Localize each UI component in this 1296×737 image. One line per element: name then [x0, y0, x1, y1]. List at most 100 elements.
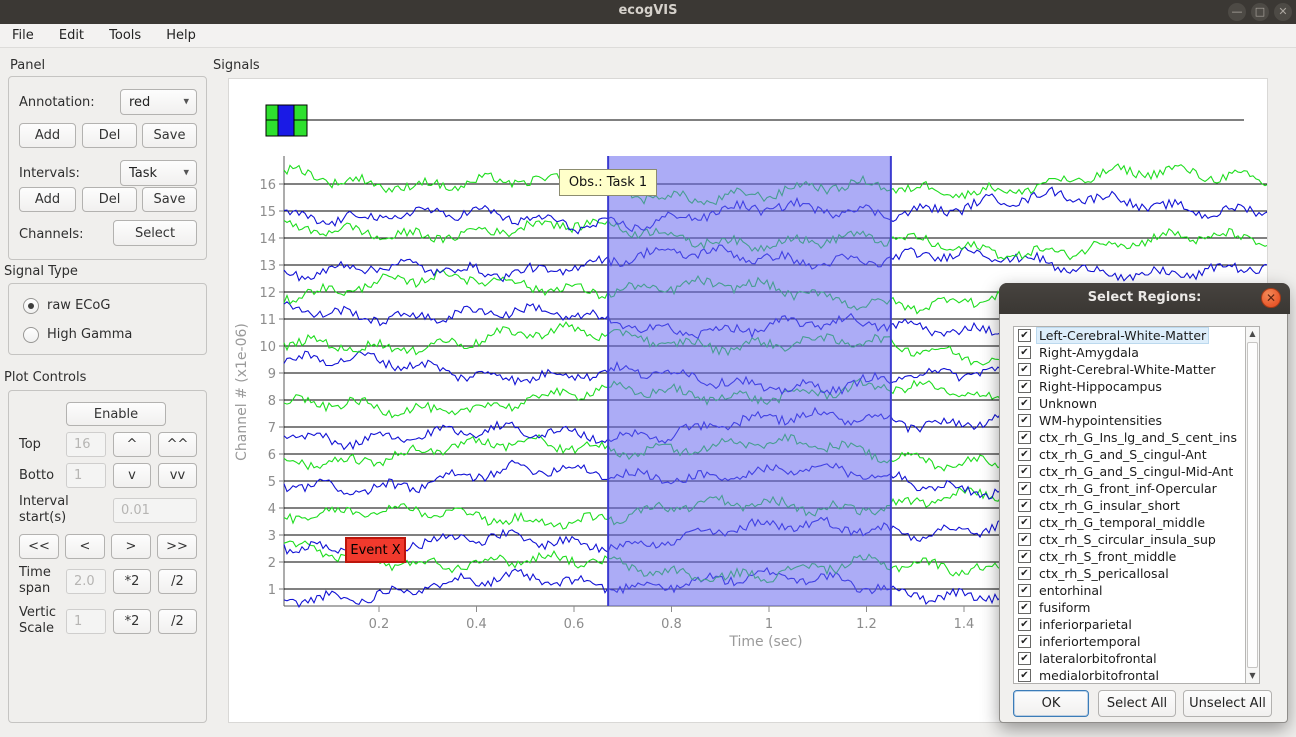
interval-del-button[interactable]: Del — [82, 187, 137, 212]
region-list-item[interactable]: ✔WM-hypointensities — [1014, 412, 1259, 429]
region-list-item[interactable]: ✔ctx_rh_G_insular_short — [1014, 497, 1259, 514]
region-list-item[interactable]: ✔medialorbitofrontal — [1014, 667, 1259, 684]
checkbox-checked-icon[interactable]: ✔ — [1018, 567, 1031, 580]
checkbox-checked-icon[interactable]: ✔ — [1018, 363, 1031, 376]
event-marker-label[interactable]: Event X — [345, 537, 406, 563]
interval-start-label: Interval start(s) — [19, 494, 69, 526]
region-list-item[interactable]: ✔ctx_rh_S_front_middle — [1014, 548, 1259, 565]
region-list-item[interactable]: ✔ctx_rh_G_temporal_middle — [1014, 514, 1259, 531]
checkbox-checked-icon[interactable]: ✔ — [1018, 482, 1031, 495]
checkbox-checked-icon[interactable]: ✔ — [1018, 431, 1031, 444]
close-icon[interactable]: ✕ — [1274, 3, 1292, 21]
region-list-item[interactable]: ✔Right-Amygdala — [1014, 344, 1259, 361]
region-item-label: Left-Cerebral-White-Matter — [1037, 328, 1208, 343]
annotation-label: Annotation: — [19, 95, 95, 111]
region-list-item[interactable]: ✔entorhinal — [1014, 582, 1259, 599]
checkbox-checked-icon[interactable]: ✔ — [1018, 550, 1031, 563]
channels-select-button[interactable]: Select — [113, 220, 197, 246]
bottom-input[interactable]: 1 — [66, 463, 106, 488]
enable-button[interactable]: Enable — [66, 402, 166, 426]
checkbox-checked-icon[interactable]: ✔ — [1018, 414, 1031, 427]
svg-text:0.6: 0.6 — [564, 617, 585, 632]
scroll-down-icon[interactable]: ▼ — [1246, 669, 1259, 683]
radio-raw-ecog[interactable] — [23, 298, 39, 314]
ok-button[interactable]: OK — [1013, 690, 1089, 717]
checkbox-checked-icon[interactable]: ✔ — [1018, 533, 1031, 546]
region-list-item[interactable]: ✔Unknown — [1014, 395, 1259, 412]
region-list-item[interactable]: ✔ctx_rh_S_circular_insula_sup — [1014, 531, 1259, 548]
channel-upup-button[interactable]: ^^ — [158, 432, 197, 457]
checkbox-checked-icon[interactable]: ✔ — [1018, 346, 1031, 359]
nav-fast-back-button[interactable]: << — [19, 534, 59, 559]
vertical-scale-input[interactable]: 1 — [66, 609, 106, 634]
top-input[interactable]: 16 — [66, 432, 106, 457]
unselect-all-button[interactable]: Unselect All — [1183, 690, 1272, 717]
time-span-half-button[interactable]: /2 — [158, 569, 197, 594]
checkbox-checked-icon[interactable]: ✔ — [1018, 499, 1031, 512]
checkbox-checked-icon[interactable]: ✔ — [1018, 618, 1031, 631]
vertical-scale-double-button[interactable]: *2 — [113, 609, 151, 634]
region-list-item[interactable]: ✔fusiform — [1014, 599, 1259, 616]
channel-downdown-button[interactable]: vv — [158, 463, 197, 488]
maximize-icon[interactable]: □ — [1251, 3, 1269, 21]
regions-scrollbar[interactable]: ▲ ▼ — [1245, 327, 1259, 683]
svg-text:0.8: 0.8 — [661, 617, 682, 632]
channel-down-button[interactable]: v — [113, 463, 151, 488]
minimize-icon[interactable]: — — [1228, 3, 1246, 21]
region-list-item[interactable]: ✔lateralorbitofrontal — [1014, 650, 1259, 667]
region-list-item[interactable]: ✔ctx_rh_G_Ins_lg_and_S_cent_ins — [1014, 429, 1259, 446]
checkbox-checked-icon[interactable]: ✔ — [1018, 635, 1031, 648]
region-list-item[interactable]: ✔inferiortemporal — [1014, 633, 1259, 650]
menu-help[interactable]: Help — [156, 25, 206, 46]
checkbox-checked-icon[interactable]: ✔ — [1018, 380, 1031, 393]
dialog-title-bar[interactable]: Select Regions: ✕ — [999, 283, 1290, 314]
annotation-del-button[interactable]: Del — [82, 123, 137, 148]
regions-list[interactable]: ✔ Left-Cerebral-White-Matter✔Right-Amygda… — [1013, 326, 1260, 684]
nav-fast-forward-button[interactable]: >> — [157, 534, 197, 559]
intervals-combobox[interactable]: Task ▾ — [120, 160, 197, 186]
select-all-button[interactable]: Select All — [1098, 690, 1176, 717]
checkbox-checked-icon[interactable]: ✔ — [1018, 516, 1031, 529]
interval-add-button[interactable]: Add — [19, 187, 76, 212]
menu-tools[interactable]: Tools — [99, 25, 151, 46]
interval-start-input[interactable]: 0.01 — [113, 498, 197, 523]
scroll-up-icon[interactable]: ▲ — [1246, 327, 1259, 341]
time-span-input[interactable]: 2.0 — [66, 569, 106, 594]
region-list-item[interactable]: ✔Right-Hippocampus — [1014, 378, 1259, 395]
checkbox-checked-icon[interactable]: ✔ — [1018, 465, 1031, 478]
region-list-item[interactable]: ✔inferiorparietal — [1014, 616, 1259, 633]
svg-text:4: 4 — [268, 502, 276, 517]
signal-type-groupbox: raw ECoG High Gamma — [8, 283, 207, 355]
channel-up-button[interactable]: ^ — [113, 432, 151, 457]
checkbox-checked-icon[interactable]: ✔ — [1018, 652, 1031, 665]
checkbox-checked-icon[interactable]: ✔ — [1018, 584, 1031, 597]
chevron-down-icon: ▾ — [183, 94, 189, 107]
scrollbar-thumb[interactable] — [1247, 342, 1258, 668]
time-span-double-button[interactable]: *2 — [113, 569, 151, 594]
menu-file[interactable]: File — [2, 25, 44, 46]
checkbox-checked-icon[interactable]: ✔ — [1018, 448, 1031, 461]
nav-back-button[interactable]: < — [65, 534, 105, 559]
region-list-item[interactable]: ✔ctx_rh_G_front_inf-Opercular — [1014, 480, 1259, 497]
region-item-label: Right-Cerebral-White-Matter — [1037, 362, 1218, 377]
annotation-save-button[interactable]: Save — [142, 123, 197, 148]
checkbox-checked-icon[interactable]: ✔ — [1018, 329, 1031, 342]
checkbox-checked-icon[interactable]: ✔ — [1018, 397, 1031, 410]
checkbox-checked-icon[interactable]: ✔ — [1018, 601, 1031, 614]
region-tooltip: Obs.: Task 1 — [559, 169, 657, 196]
vertical-scale-half-button[interactable]: /2 — [158, 609, 197, 634]
annotation-combobox[interactable]: red ▾ — [120, 89, 197, 115]
radio-high-gamma[interactable] — [23, 327, 39, 343]
top-label: Top — [19, 437, 41, 453]
menu-edit[interactable]: Edit — [49, 25, 94, 46]
region-list-item[interactable]: ✔ctx_rh_S_pericallosal — [1014, 565, 1259, 582]
nav-forward-button[interactable]: > — [111, 534, 151, 559]
annotation-add-button[interactable]: Add — [19, 123, 76, 148]
region-list-item[interactable]: ✔ctx_rh_G_and_S_cingul-Mid-Ant — [1014, 463, 1259, 480]
checkbox-checked-icon[interactable]: ✔ — [1018, 669, 1031, 682]
interval-save-button[interactable]: Save — [142, 187, 197, 212]
region-list-item[interactable]: ✔ Left-Cerebral-White-Matter — [1014, 327, 1259, 344]
dialog-close-icon[interactable]: ✕ — [1261, 288, 1281, 308]
region-list-item[interactable]: ✔ctx_rh_G_and_S_cingul-Ant — [1014, 446, 1259, 463]
region-list-item[interactable]: ✔ Right-Cerebral-White-Matter — [1014, 361, 1259, 378]
